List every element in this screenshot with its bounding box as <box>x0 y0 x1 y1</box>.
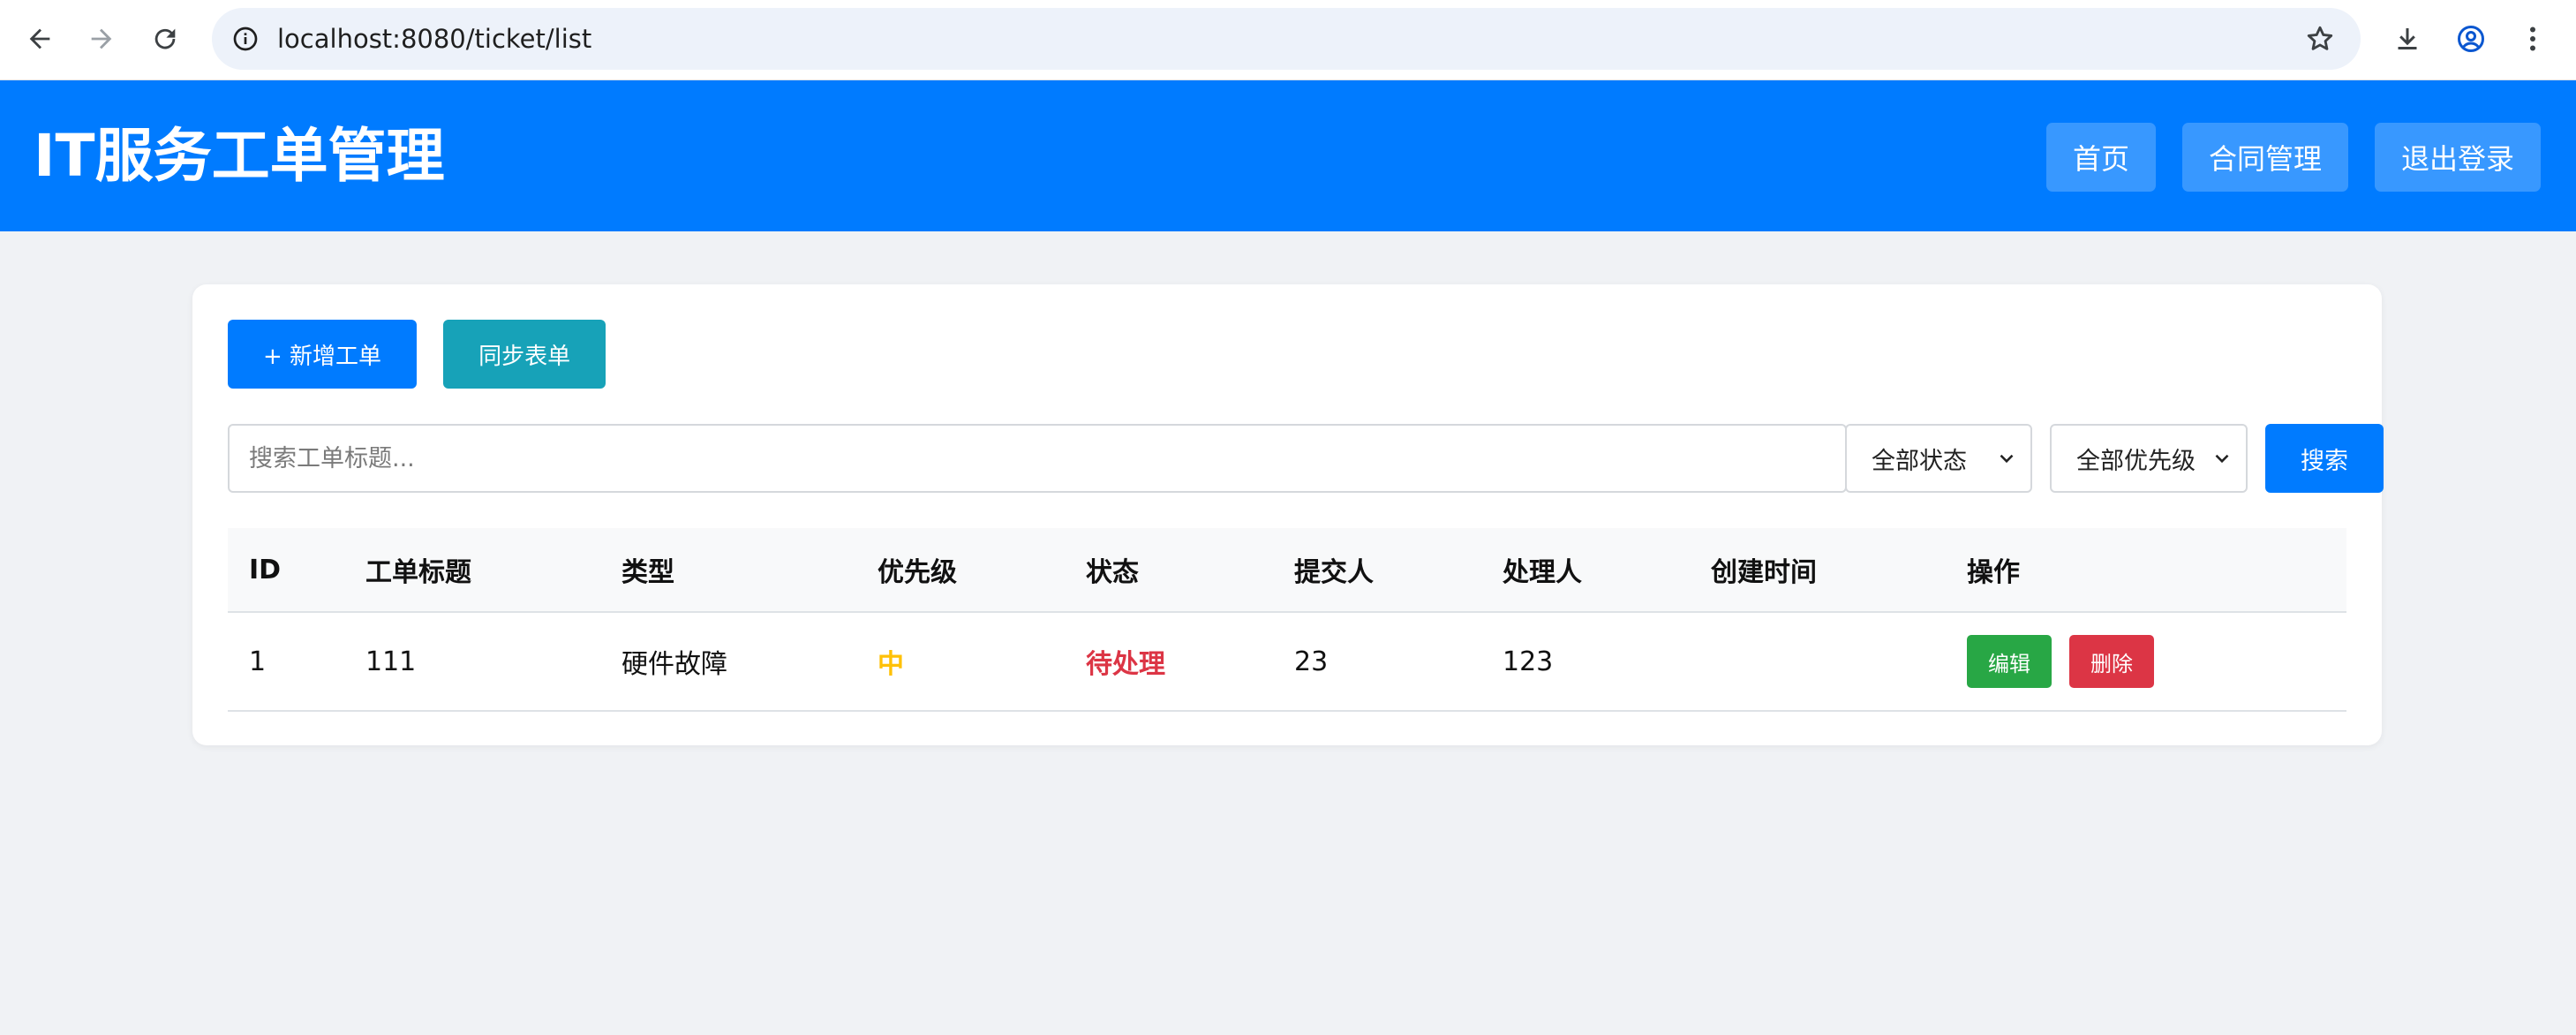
edit-button[interactable]: 编辑 <box>1967 635 2052 688</box>
chevron-down-icon <box>2000 454 2014 464</box>
cell-status: 待处理 <box>1065 612 1273 712</box>
col-header-id: ID <box>228 528 344 613</box>
cell-title: 111 <box>344 612 600 712</box>
reload-button[interactable] <box>145 19 185 59</box>
col-header-priority: 优先级 <box>856 528 1065 613</box>
delete-button[interactable]: 删除 <box>2069 635 2154 688</box>
chevron-down-icon <box>2215 454 2229 464</box>
status-badge: 待处理 <box>1086 649 1165 680</box>
download-icon <box>2398 28 2417 49</box>
col-header-created: 创建时间 <box>1690 528 1946 613</box>
bookmark-star-icon[interactable] <box>2301 19 2339 58</box>
nav-home-button[interactable]: 首页 <box>2045 123 2156 192</box>
header-nav: 首页 合同管理 退出登录 <box>2045 123 2541 192</box>
add-ticket-button[interactable]: + 新增工单 <box>228 320 418 389</box>
sync-form-button[interactable]: 同步表单 <box>443 320 606 389</box>
col-header-title: 工单标题 <box>344 528 600 613</box>
forward-button[interactable] <box>81 19 122 59</box>
col-header-assignee: 处理人 <box>1481 528 1690 613</box>
row-actions: 编辑 删除 <box>1967 613 2346 710</box>
menu-button[interactable] <box>2512 19 2553 59</box>
cell-created-at <box>1690 612 1946 712</box>
search-row: 全部状态 全部优先级 搜索 <box>228 424 2384 493</box>
address-bar[interactable]: localhost:8080/ticket/list <box>212 8 2361 70</box>
search-input[interactable] <box>228 424 1847 493</box>
priority-badge: 中 <box>877 649 904 680</box>
priority-filter-value: 全部优先级 <box>2076 447 2196 475</box>
arrow-left-icon <box>29 28 50 49</box>
status-filter-select[interactable]: 全部状态 <box>1845 424 2032 493</box>
cell-priority: 中 <box>856 612 1065 712</box>
col-header-type: 类型 <box>600 528 856 613</box>
col-header-actions: 操作 <box>1946 528 2346 613</box>
reload-icon <box>154 28 176 49</box>
account-circle-icon <box>2458 26 2484 52</box>
downloads-button[interactable] <box>2387 19 2428 59</box>
browser-toolbar: localhost:8080/ticket/list <box>0 0 2576 80</box>
cell-id: 1 <box>228 612 344 712</box>
profile-button[interactable] <box>2451 19 2491 59</box>
status-filter-value: 全部状态 <box>1872 447 1967 475</box>
app-title: IT服务工单管理 <box>34 122 445 190</box>
action-toolbar: + 新增工单 同步表单 <box>228 320 606 389</box>
site-info-icon[interactable] <box>226 19 265 58</box>
table-row: 1 111 硬件故障 中 待处理 23 123 编辑 删除 <box>228 612 2346 712</box>
cell-submitter: 23 <box>1273 612 1481 712</box>
cell-type: 硬件故障 <box>600 612 856 712</box>
col-header-submitter: 提交人 <box>1273 528 1481 613</box>
ticket-list-card: + 新增工单 同步表单 全部状态 全部优先级 搜索 ID 工单标题 类型 优先级… <box>192 284 2384 745</box>
col-header-status: 状态 <box>1065 528 1273 613</box>
cell-assignee: 123 <box>1481 612 1690 712</box>
url-text[interactable]: localhost:8080/ticket/list <box>277 8 591 70</box>
more-vert-icon <box>2530 26 2535 51</box>
arrow-right-icon <box>91 28 112 49</box>
nav-contracts-button[interactable]: 合同管理 <box>2181 123 2348 192</box>
ticket-table: ID 工单标题 类型 优先级 状态 提交人 处理人 创建时间 操作 1 111 … <box>228 528 2346 712</box>
table-header-row: ID 工单标题 类型 优先级 状态 提交人 处理人 创建时间 操作 <box>228 528 2346 613</box>
cell-actions: 编辑 删除 <box>1946 612 2346 712</box>
app-header: IT服务工单管理 首页 合同管理 退出登录 <box>0 80 2576 231</box>
priority-filter-select[interactable]: 全部优先级 <box>2050 424 2248 493</box>
search-button[interactable]: 搜索 <box>2265 424 2384 493</box>
logout-button[interactable]: 退出登录 <box>2374 123 2541 192</box>
back-button[interactable] <box>19 19 60 59</box>
